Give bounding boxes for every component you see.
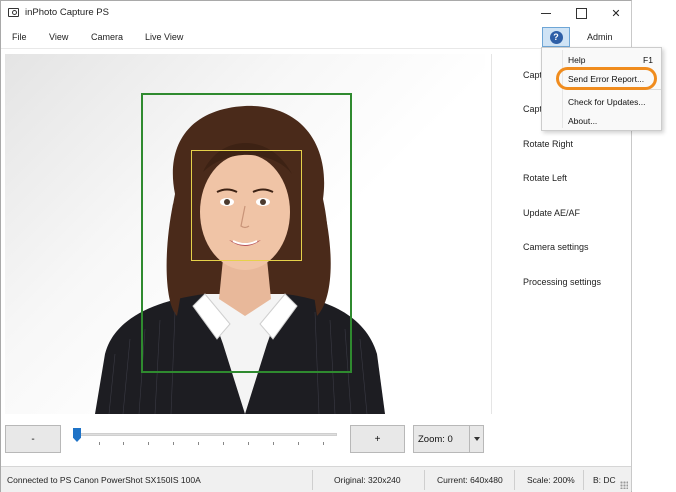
help-menu-button[interactable]: ? (542, 27, 570, 47)
menu-camera[interactable]: Camera (91, 32, 123, 42)
processing-settings-button[interactable]: Processing settings (523, 277, 601, 287)
menu-bar: File View Camera Live View Admin (1, 25, 631, 49)
app-window: inPhoto Capture PS File View Camera Live… (0, 0, 632, 492)
slider-tick (123, 442, 124, 445)
help-shortcut: F1 (643, 55, 653, 65)
slider-tick (99, 442, 100, 445)
capture-button[interactable]: Capt (523, 70, 542, 80)
panel-divider (491, 54, 492, 414)
slider-tick (323, 442, 324, 445)
camera-settings-button[interactable]: Camera settings (523, 242, 589, 252)
capture-secondary-button[interactable]: Capt (523, 104, 542, 114)
slider-tick (298, 442, 299, 445)
slider-tick (248, 442, 249, 445)
help-icon: ? (549, 30, 563, 44)
live-view-image (5, 54, 485, 414)
maximize-icon[interactable] (564, 1, 598, 25)
minimize-icon[interactable] (529, 1, 563, 25)
status-divider (583, 470, 584, 490)
status-b: B: DC (593, 475, 616, 485)
highlight-annotation (556, 67, 657, 90)
menu-item-check-updates[interactable]: Check for Updates... (568, 97, 645, 107)
slider-tick (148, 442, 149, 445)
status-divider (312, 470, 313, 490)
status-scale: Scale: 200% (527, 475, 575, 485)
app-camera-icon (8, 8, 19, 17)
menu-admin[interactable]: Admin (587, 32, 613, 42)
zoom-select[interactable]: Zoom: 0 (413, 425, 484, 453)
status-connection: Connected to PS Canon PowerShot SX150IS … (7, 475, 201, 485)
zoom-slider-thumb[interactable] (73, 428, 81, 442)
zoom-in-button[interactable]: + (350, 425, 405, 453)
window-title: inPhoto Capture PS (25, 7, 109, 18)
zoom-slider[interactable] (75, 433, 337, 436)
face-detection-frame (191, 150, 302, 261)
rotate-left-button[interactable]: Rotate Left (523, 173, 567, 183)
menu-file[interactable]: File (12, 32, 27, 42)
menu-item-help[interactable]: Help (568, 55, 585, 65)
slider-tick (198, 442, 199, 445)
zoom-out-button[interactable]: - (5, 425, 61, 453)
rotate-right-button[interactable]: Rotate Right (523, 139, 573, 149)
resize-grip-icon[interactable] (620, 481, 628, 489)
zoom-value: Zoom: 0 (418, 433, 453, 445)
status-original: Original: 320x240 (334, 475, 401, 485)
status-bar: Connected to PS Canon PowerShot SX150IS … (1, 466, 631, 492)
status-divider (424, 470, 425, 490)
chevron-down-icon[interactable] (469, 426, 483, 452)
title-bar: inPhoto Capture PS (1, 1, 631, 25)
menu-item-about[interactable]: About... (568, 116, 597, 126)
menu-live-view[interactable]: Live View (145, 32, 183, 42)
update-ae-af-button[interactable]: Update AE/AF (523, 208, 580, 218)
close-icon[interactable] (599, 1, 633, 25)
slider-tick (173, 442, 174, 445)
slider-tick (273, 442, 274, 445)
status-current: Current: 640x480 (437, 475, 503, 485)
menu-view[interactable]: View (49, 32, 68, 42)
status-divider (514, 470, 515, 490)
slider-tick (223, 442, 224, 445)
